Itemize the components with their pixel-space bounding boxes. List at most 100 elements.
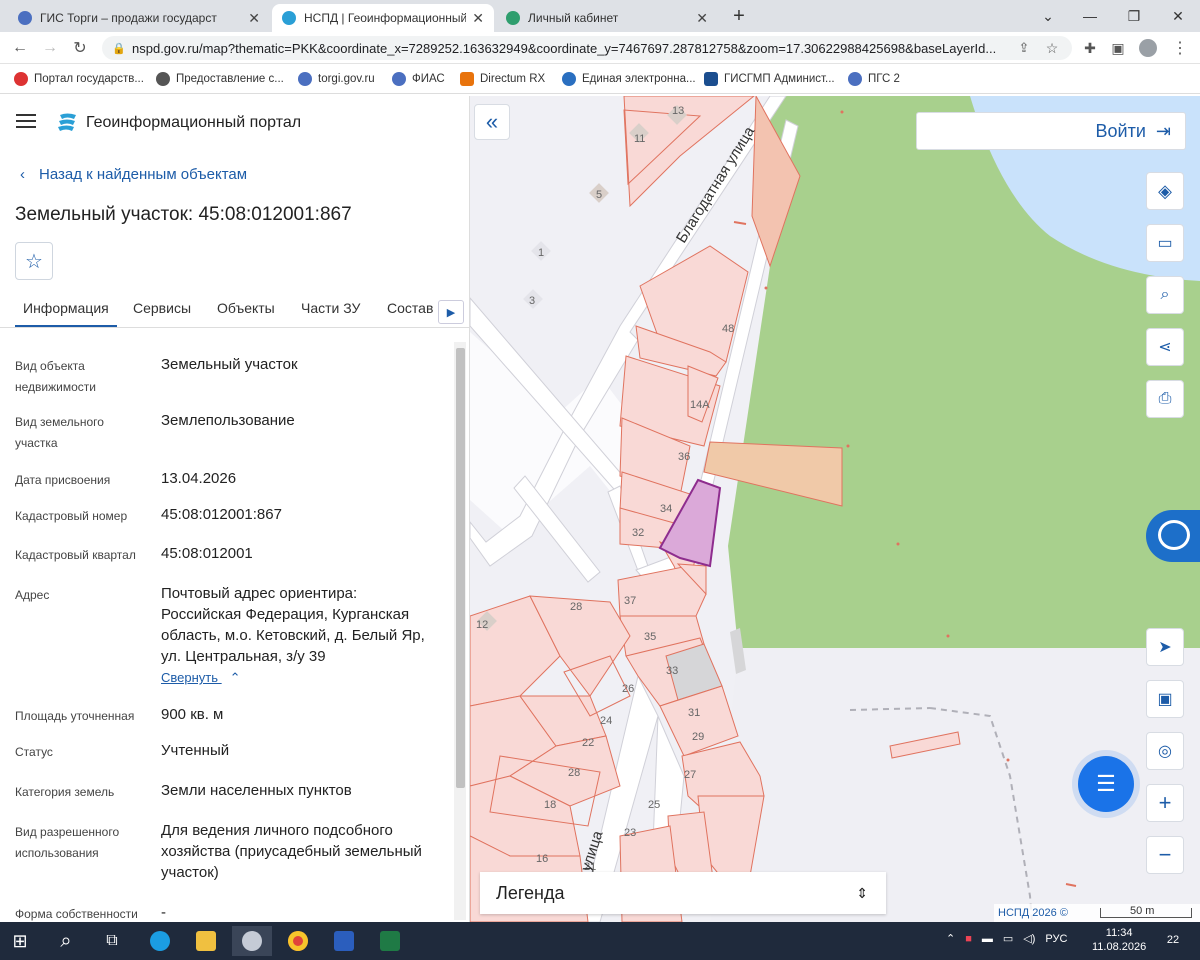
ruler-icon: ▭ — [1157, 235, 1173, 252]
minimize-button[interactable]: — — [1068, 0, 1112, 32]
clock[interactable]: 11:34 11.08.2026 — [1092, 926, 1146, 954]
login-button[interactable]: Войти ⇥ — [916, 112, 1186, 150]
tab-search-icon[interactable]: ⌄ — [1026, 0, 1070, 32]
nspd-favicon-icon — [282, 11, 296, 25]
network-icon[interactable]: ▭ — [1003, 932, 1013, 945]
bookmark-item[interactable]: torgi.gov.ru — [298, 70, 375, 88]
chevron-up-icon: ⌃ — [229, 670, 241, 685]
bookmark-item[interactable]: Directum RX — [460, 70, 545, 88]
geolocation-button[interactable]: ◎ — [1146, 732, 1184, 770]
notifications-button[interactable]: 22 — [1162, 930, 1184, 950]
share-icon[interactable]: ⇪ — [1014, 38, 1034, 58]
basemap-button[interactable]: ▣ — [1146, 680, 1184, 718]
menu-hamburger-icon[interactable] — [16, 114, 36, 128]
reload-icon[interactable]: ↻ — [70, 38, 90, 58]
language-indicator[interactable]: РУС — [1045, 933, 1067, 945]
map-number-label: 14А — [690, 399, 710, 411]
info-tabs: Информация Сервисы Объекты Части ЗУ Сост… — [0, 292, 469, 328]
collapse-panel-button[interactable]: « — [474, 104, 510, 140]
printer-icon: ⎙ — [1158, 390, 1172, 407]
map-number-label: 32 — [632, 527, 644, 539]
system-tray: ⌃ ■ ▬ ▭ ◁) РУС — [946, 932, 1067, 946]
explorer-taskbar-icon[interactable] — [186, 926, 226, 956]
map-number-label: 28 — [568, 767, 580, 779]
map-number-label: 48 — [722, 323, 734, 335]
new-tab-button[interactable]: + — [724, 0, 754, 32]
tab-parts[interactable]: Части ЗУ — [301, 300, 360, 316]
locate-button[interactable]: ➤ — [1146, 628, 1184, 666]
task-view-button[interactable]: ⧉ — [92, 926, 132, 956]
zoom-in-button[interactable]: + — [1146, 784, 1184, 822]
chevron-up-icon[interactable]: ⌃ — [946, 932, 955, 945]
bookmark-star-icon[interactable]: ☆ — [1042, 38, 1062, 58]
browser-tab-torgi[interactable]: ГИС Торги – продажи государст ✕ — [8, 4, 270, 32]
forward-arrow-icon[interactable]: → — [40, 38, 60, 58]
legend-panel[interactable]: Легенда ⇕ — [480, 872, 886, 914]
tab-services[interactable]: Сервисы — [133, 300, 191, 316]
chevron-right-icon: ▶ — [446, 306, 456, 319]
tab-information[interactable]: Информация — [15, 300, 117, 327]
extensions-icon[interactable]: ✚ — [1080, 38, 1100, 58]
url-input[interactable]: 🔒 nspd.gov.ru/map?thematic=PKK&coordinat… — [102, 36, 1072, 60]
side-panel-icon[interactable]: ▣ — [1108, 38, 1128, 58]
area-search-icon: ⌕ — [1160, 286, 1170, 303]
login-icon: ⇥ — [1155, 120, 1171, 141]
tab-objects[interactable]: Объекты — [217, 300, 275, 316]
word-taskbar-icon[interactable] — [324, 926, 364, 956]
help-tab-button[interactable] — [1146, 510, 1200, 562]
bookmark-item[interactable]: Единая электронна... — [562, 70, 696, 88]
map-number-label: 28 — [570, 601, 582, 613]
close-tab-icon[interactable]: ✕ — [472, 10, 484, 27]
map-number-label: 36 — [678, 451, 690, 463]
collapse-link[interactable]: Свернуть ⌃ — [161, 670, 241, 686]
close-tab-icon[interactable]: ✕ — [248, 10, 260, 27]
profile-avatar[interactable] — [1138, 38, 1158, 58]
map-number-label: 22 — [582, 737, 594, 749]
browser-tab-nspd[interactable]: НСПД | Геоинформационный п ✕ — [272, 4, 494, 32]
chat-button[interactable]: ☰ — [1078, 756, 1134, 812]
map-number-label: 27 — [684, 769, 696, 781]
search-taskbar-button[interactable]: ⌕ — [46, 926, 86, 956]
back-arrow-icon[interactable]: ← — [10, 38, 30, 58]
print-button[interactable]: ⎙ — [1146, 380, 1184, 418]
zoom-out-button[interactable]: − — [1146, 836, 1184, 874]
excel-taskbar-icon[interactable] — [370, 926, 410, 956]
search-area-button[interactable]: ⌕ — [1146, 276, 1184, 314]
favorite-star-button[interactable]: ☆ — [15, 242, 53, 280]
edge-taskbar-icon[interactable] — [140, 926, 180, 956]
chat-bubble-icon: ☰ — [1096, 771, 1116, 796]
measure-button[interactable]: ▭ — [1146, 224, 1184, 262]
bookmark-item[interactable]: ФИАС — [392, 70, 445, 88]
browser-menu-icon[interactable]: ⋮ — [1170, 38, 1190, 58]
close-tab-icon[interactable]: ✕ — [696, 10, 708, 27]
double-chevron-left-icon: « — [485, 109, 499, 134]
map-number-label: 24 — [600, 715, 612, 727]
tray-icon[interactable]: ▬ — [982, 933, 993, 945]
map-number-label: 12 — [476, 619, 488, 631]
panel-scrollbar-thumb[interactable] — [456, 348, 465, 788]
volume-icon[interactable]: ◁) — [1023, 932, 1035, 945]
bookmark-item[interactable]: ГИСГМП Админист... — [704, 70, 835, 88]
bookmarks-bar: Портал государств... Предоставление с...… — [0, 64, 1200, 94]
bookmark-item[interactable]: Предоставление с... — [156, 70, 284, 88]
bookmark-item[interactable]: Портал государств... — [14, 70, 144, 88]
layers-button[interactable]: ◈ — [1146, 172, 1184, 210]
close-window-button[interactable]: ✕ — [1156, 0, 1200, 32]
app-tray-icon[interactable]: ■ — [965, 933, 972, 945]
start-button[interactable]: ⊞ — [0, 926, 40, 956]
collapse-row: Свернуть ⌃ — [0, 670, 452, 690]
tab-composition[interactable]: Состав — [387, 300, 433, 316]
map-number-label: 37 — [624, 595, 636, 607]
back-to-results-link[interactable]: ‹ Назад к найденным объектам — [20, 166, 261, 183]
maximize-button[interactable]: ❐ — [1112, 0, 1156, 32]
tabs-next-button[interactable]: ▶ — [438, 300, 464, 324]
browser-tab-cabinet[interactable]: Личный кабинет ✕ — [496, 4, 718, 32]
app-taskbar-icon[interactable] — [232, 926, 272, 956]
bookmark-item[interactable]: ПГС 2 — [848, 70, 900, 88]
torgi-favicon-icon — [18, 11, 32, 25]
map-view[interactable]: 13 11 5 1 3 48 14А 36 34 32 37 35 33 31 … — [470, 96, 1200, 922]
map-number-label: 5 — [596, 189, 602, 201]
navigation-arrow-icon: ➤ — [1158, 639, 1172, 656]
chrome-taskbar-icon[interactable] — [278, 926, 318, 956]
share-button[interactable]: ⋖ — [1146, 328, 1184, 366]
